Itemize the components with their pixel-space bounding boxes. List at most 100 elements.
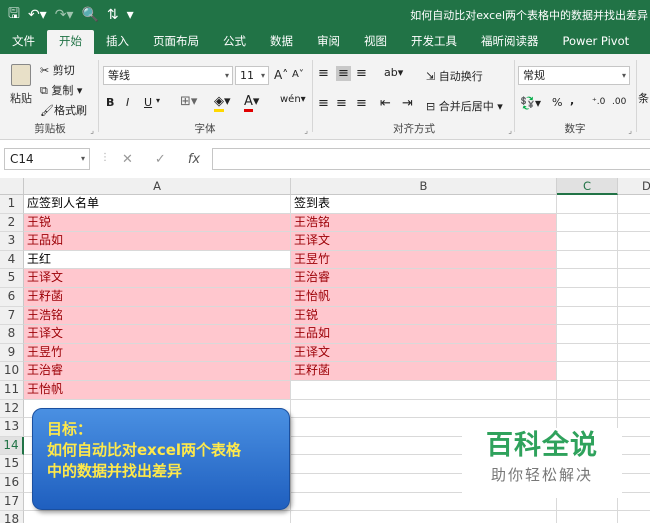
cell-d17[interactable] <box>618 493 650 512</box>
dialog-launcher-icon[interactable]: ⌟ <box>90 126 94 135</box>
cell-d7[interactable] <box>618 307 650 326</box>
customize-icon[interactable]: ▾ <box>127 7 134 23</box>
row-header[interactable]: 4 <box>0 250 24 270</box>
row-header[interactable]: 18 <box>0 511 24 523</box>
row-header[interactable]: 12 <box>0 399 24 419</box>
row-header[interactable]: 16 <box>0 474 24 493</box>
cell-c9[interactable] <box>557 343 618 363</box>
underline-button[interactable]: U <box>144 96 152 109</box>
border-icon[interactable]: ⊞▾ <box>180 94 197 109</box>
phonetic-icon[interactable]: wén▾ <box>280 94 306 105</box>
column-header-d[interactable]: D <box>618 178 650 195</box>
cell-b18[interactable] <box>291 511 557 523</box>
row-header[interactable]: 3 <box>0 232 24 251</box>
cell-d11[interactable] <box>618 381 650 400</box>
formula-input[interactable] <box>212 148 650 170</box>
cell-a2[interactable]: 王锐 <box>24 213 291 233</box>
cell-c12[interactable] <box>557 399 618 419</box>
cell-c8[interactable] <box>557 325 618 344</box>
cell-b4[interactable]: 王昱竹 <box>291 250 557 270</box>
italic-button[interactable]: I <box>126 96 129 109</box>
dialog-launcher-icon[interactable]: ⌟ <box>628 126 632 135</box>
tab-review[interactable]: 审阅 <box>305 30 352 54</box>
shrink-font-icon[interactable]: A˅ <box>292 69 304 80</box>
fill-color-icon[interactable]: ◈▾ <box>214 94 231 112</box>
cell-b12[interactable] <box>291 399 557 419</box>
cell-a5[interactable]: 王译文 <box>24 269 291 288</box>
cell-a3[interactable]: 王品如 <box>24 232 291 251</box>
cell-d13[interactable] <box>618 418 650 437</box>
cell-d6[interactable] <box>618 288 650 307</box>
cell-c7[interactable] <box>557 306 618 326</box>
row-header[interactable]: 7 <box>0 306 24 326</box>
align-bottom-icon[interactable]: ≡ <box>356 66 367 81</box>
row-header[interactable]: 9 <box>0 343 24 363</box>
cell-a9[interactable]: 王昱竹 <box>24 343 291 363</box>
cell-a6[interactable]: 王籽菡 <box>24 288 291 307</box>
decrease-indent-icon[interactable]: ⇤ <box>380 96 391 111</box>
tab-home[interactable]: 开始 <box>47 30 94 54</box>
cell-a11[interactable]: 王怡帆 <box>24 381 291 400</box>
cell-c6[interactable] <box>557 288 618 307</box>
bold-button[interactable]: B <box>106 96 114 109</box>
cell-b1[interactable]: 签到表 <box>291 195 557 214</box>
cell-d12[interactable] <box>618 400 650 419</box>
dialog-launcher-icon[interactable]: ⌟ <box>304 126 308 135</box>
align-left-icon[interactable]: ≡ <box>318 96 329 111</box>
save-icon[interactable]: 🖫 <box>8 3 20 27</box>
align-center-icon[interactable]: ≡ <box>336 96 347 111</box>
increase-indent-icon[interactable]: ⇥ <box>402 96 413 111</box>
tab-insert[interactable]: 插入 <box>94 30 141 54</box>
cell-d2[interactable] <box>618 214 650 233</box>
format-painter-button[interactable]: 🖌格式刷 <box>40 102 87 118</box>
cell-b8[interactable]: 王品如 <box>291 325 557 344</box>
cell-d9[interactable] <box>618 344 650 363</box>
cell-b7[interactable]: 王锐 <box>291 306 557 326</box>
cell-c5[interactable] <box>557 269 618 288</box>
insert-function-icon[interactable]: fx <box>188 152 200 167</box>
currency-icon[interactable]: 💱▾ <box>520 96 541 110</box>
cell-d1[interactable] <box>618 195 650 214</box>
cell-c4[interactable] <box>557 250 618 270</box>
font-color-icon[interactable]: A▾ <box>244 94 259 112</box>
copy-button[interactable]: ⧉ 复制 ▾ <box>40 82 82 98</box>
tab-file[interactable]: 文件 <box>0 30 47 54</box>
print-preview-icon[interactable]: 🔍 <box>81 7 98 23</box>
row-header[interactable]: 8 <box>0 325 24 344</box>
row-header[interactable]: 5 <box>0 269 24 288</box>
row-header[interactable]: 14 <box>0 436 24 456</box>
cell-c3[interactable] <box>557 232 618 251</box>
font-name-select[interactable]: 等线 ▾ <box>103 66 233 85</box>
tab-developer[interactable]: 开发工具 <box>399 30 469 54</box>
column-header-c[interactable]: C <box>557 178 618 195</box>
row-header[interactable]: 11 <box>0 381 24 400</box>
cell-b2[interactable]: 王浩铭 <box>291 213 557 233</box>
row-header[interactable]: 1 <box>0 195 24 214</box>
cell-a8[interactable]: 王译文 <box>24 325 291 344</box>
percent-button[interactable]: % <box>552 96 562 109</box>
cell-b5[interactable]: 王治睿 <box>291 269 557 288</box>
cell-b3[interactable]: 王译文 <box>291 232 557 251</box>
cell-c2[interactable] <box>557 213 618 233</box>
cell-b11[interactable] <box>291 381 557 400</box>
column-header-b[interactable]: B <box>291 178 557 195</box>
cell-d15[interactable] <box>618 455 650 474</box>
select-all-corner[interactable] <box>0 178 24 195</box>
comma-button[interactable]: , <box>570 94 574 107</box>
grow-font-icon[interactable]: A˄ <box>274 68 288 82</box>
orientation-icon[interactable]: ab▾ <box>384 66 403 79</box>
cell-d3[interactable] <box>618 232 650 251</box>
align-middle-icon[interactable]: ≡ <box>336 66 351 81</box>
cell-c1[interactable] <box>557 195 618 214</box>
tab-view-extra[interactable]: view <box>641 30 650 54</box>
cell-d8[interactable] <box>618 325 650 344</box>
cell-b6[interactable]: 王怡帆 <box>291 288 557 307</box>
row-header[interactable]: 6 <box>0 288 24 307</box>
decrease-decimal-icon[interactable]: .00 <box>612 97 626 107</box>
chevron-down-icon[interactable]: ▾ <box>156 96 160 105</box>
cut-button[interactable]: ✂ 剪切 <box>40 62 75 78</box>
row-header[interactable]: 15 <box>0 455 24 474</box>
merge-center-button[interactable]: ⊟ 合并后居中 ▾ <box>426 98 503 114</box>
cell-a1[interactable]: 应签到人名单 <box>24 195 291 214</box>
cell-d10[interactable] <box>618 362 650 381</box>
